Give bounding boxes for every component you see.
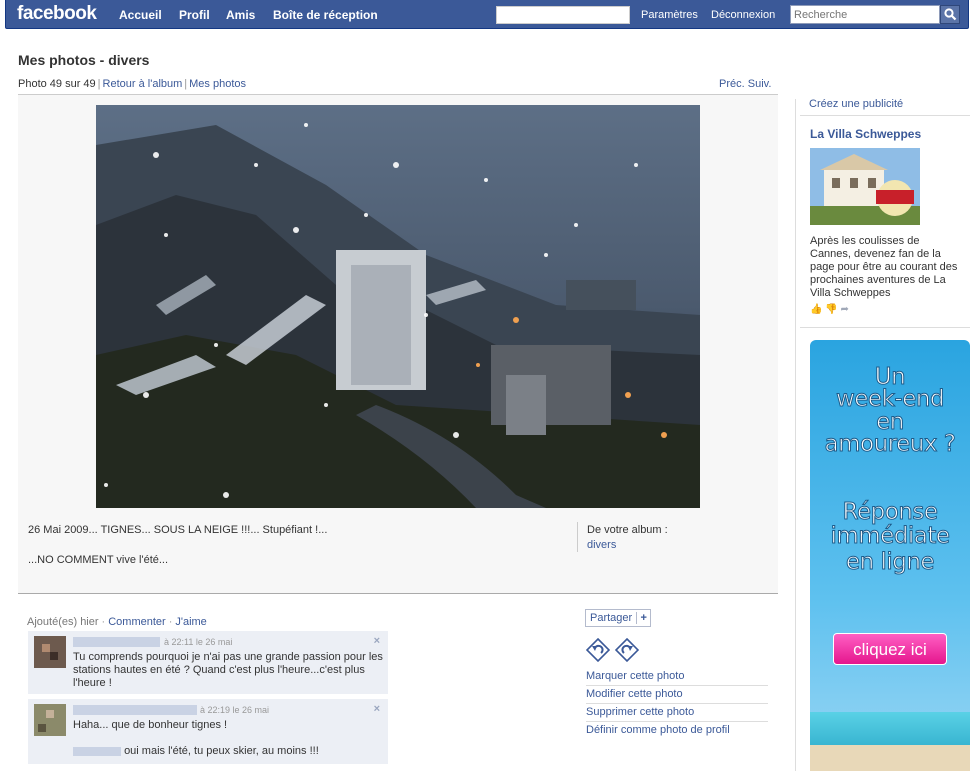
close-icon[interactable]: × xyxy=(374,635,380,647)
photo-caption: 26 Mai 2009... TIGNES... SOUS LA NEIGE !… xyxy=(28,524,328,536)
delete-photo-link[interactable]: Supprimer cette photo xyxy=(586,704,768,722)
comment-line: stations hautes en été ? Quand c'est plu… xyxy=(73,664,365,676)
like-icon[interactable]: 👍 xyxy=(810,304,822,315)
nav-friends[interactable]: Amis xyxy=(226,8,255,22)
next-photo-link[interactable]: Suiv. xyxy=(748,78,772,90)
facebook-logo[interactable]: facebook xyxy=(17,3,97,25)
comment-line: oui mais l'été, tu peux skier, au moins … xyxy=(124,745,319,757)
comment-link[interactable]: Commenter xyxy=(108,616,165,628)
photo-area: 26 Mai 2009... TIGNES... SOUS LA NEIGE !… xyxy=(18,95,778,593)
banner-beach xyxy=(810,745,970,771)
dislike-icon[interactable]: 👎 xyxy=(825,304,837,315)
banner-line: Réponse xyxy=(842,499,938,525)
commenter-name-blurred[interactable] xyxy=(73,705,197,715)
page-title: Mes photos - divers xyxy=(18,52,150,68)
comment-item: à 22:11 le 26 mai × Tu comprends pourquo… xyxy=(28,631,388,695)
album-label: De votre album : xyxy=(587,524,668,536)
share-button[interactable]: Partager + xyxy=(585,609,652,627)
snowy-town-photo xyxy=(96,105,700,508)
divider xyxy=(800,115,970,116)
divider xyxy=(800,327,970,328)
like-link[interactable]: J'aime xyxy=(175,616,206,628)
share-plus-icon: + xyxy=(636,612,650,624)
rotate-right-icon[interactable] xyxy=(614,637,640,663)
separator: | xyxy=(97,78,101,90)
nav-logout[interactable]: Déconnexion xyxy=(711,9,775,21)
added-meta: Ajouté(es) hier · Commenter · J'aime xyxy=(27,616,207,628)
make-profile-picture-link[interactable]: Définir comme photo de profil xyxy=(586,722,768,740)
tag-photo-link[interactable]: Marquer cette photo xyxy=(586,668,768,686)
comment-time: à 22:19 le 26 mai xyxy=(200,705,270,715)
banner-line: en ligne xyxy=(845,549,935,575)
avatar[interactable] xyxy=(34,636,66,668)
nav-profile[interactable]: Profil xyxy=(179,8,210,22)
comment-text: Tu comprends pourquoi je n'ai pas une gr… xyxy=(73,651,383,690)
create-ad-link[interactable]: Créez une publicité xyxy=(809,98,903,110)
nav-home[interactable]: Accueil xyxy=(119,8,162,22)
comment-item: à 22:19 le 26 mai × Haha... que de bonhe… xyxy=(28,699,388,765)
search-button[interactable] xyxy=(940,5,960,24)
comment-text: Haha... que de bonheur tignes ! xyxy=(73,719,228,731)
comment-time: à 22:11 le 26 mai xyxy=(164,637,233,647)
album-link[interactable]: divers xyxy=(587,539,616,551)
divider xyxy=(577,522,578,552)
ad-feedback-icons[interactable]: 👍 👎 ➦ xyxy=(810,304,849,315)
added-time: Ajouté(es) hier xyxy=(27,616,99,628)
ad-title[interactable]: La Villa Schweppes xyxy=(810,127,921,141)
avatar[interactable] xyxy=(34,704,66,736)
top-bar: facebook Accueil Profil Amis Boîte de ré… xyxy=(5,0,969,29)
edit-photo-link[interactable]: Modifier cette photo xyxy=(586,686,768,704)
commenter-name-blurred[interactable] xyxy=(73,637,160,647)
prev-photo-link[interactable]: Préc. xyxy=(719,78,745,90)
main-photo[interactable] xyxy=(96,105,700,508)
separator: · xyxy=(101,616,106,628)
status-field[interactable] xyxy=(496,6,630,24)
nav-inbox[interactable]: Boîte de réception xyxy=(273,8,378,22)
my-photos-link[interactable]: Mes photos xyxy=(189,78,246,90)
banner-line: amoureux ? xyxy=(824,431,956,457)
mention-blurred xyxy=(73,746,121,756)
nav-settings[interactable]: Paramètres xyxy=(641,9,698,21)
search-input[interactable] xyxy=(790,5,940,24)
photo-counter: Photo 49 sur 49 xyxy=(18,78,96,90)
photo-caption-line2: ...NO COMMENT vive l'été... xyxy=(28,554,169,566)
photo-pager: Préc. Suiv. xyxy=(719,78,771,90)
banner-line: week-end xyxy=(835,386,945,412)
rotate-left-icon[interactable] xyxy=(585,637,611,663)
banner-line: immédiate xyxy=(830,523,951,549)
photo-breadcrumb: Photo 49 sur 49 | Retour à l'album | Mes pho… xyxy=(18,78,246,90)
close-icon[interactable]: × xyxy=(374,703,380,715)
banner-click-button[interactable]: cliquez ici xyxy=(833,633,947,665)
ad-text: Après les coulisses de Cannes, devenez f… xyxy=(810,235,958,299)
separator: · xyxy=(168,616,173,628)
share-arrow-icon[interactable]: ➦ xyxy=(840,304,848,315)
search-icon xyxy=(944,8,957,21)
share-label: Partager xyxy=(590,612,633,624)
comment-line: Tu comprends pourquoi je n'ai pas une gr… xyxy=(73,651,383,663)
back-to-album-link[interactable]: Retour à l'album xyxy=(103,78,183,90)
sidebar-divider xyxy=(795,99,796,771)
divider xyxy=(18,593,778,594)
comment-line: l'heure ! xyxy=(73,677,112,689)
ad-image[interactable] xyxy=(810,148,920,225)
ad-banner[interactable]: Un week-end en amoureux ? Réponse immédi… xyxy=(810,340,970,771)
comment-reply: oui mais l'été, tu peux skier, au moins … xyxy=(73,745,319,758)
